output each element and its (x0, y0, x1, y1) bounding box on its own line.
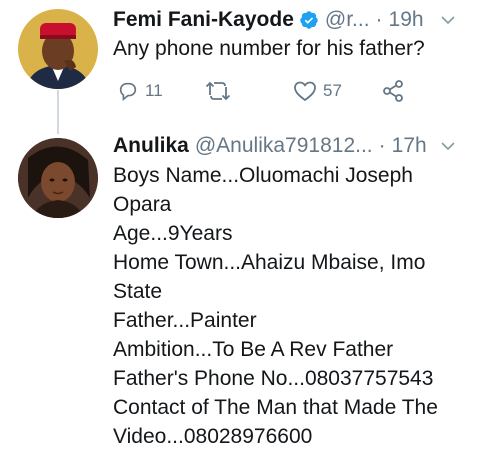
reply-icon (117, 80, 139, 102)
like-button[interactable]: 57 (293, 80, 381, 102)
reply-count: 11 (145, 81, 163, 100)
share-button[interactable] (381, 79, 405, 103)
tweet-text-line: Father's Phone No...08037757543 (113, 367, 434, 390)
avatar[interactable] (18, 9, 98, 89)
tweet-text-line: Father...Painter (113, 309, 257, 332)
tweet[interactable]: Femi Fani-Kayode @r... · 19h Any phone n… (0, 0, 480, 130)
tweet-header: Anulika @Anulika791812... · 17h (113, 132, 470, 160)
verified-badge-icon (299, 10, 319, 30)
like-count: 57 (323, 81, 342, 100)
author-name[interactable]: Anulika (113, 134, 189, 158)
avatar[interactable] (18, 138, 98, 218)
tweet-text-line: Boys Name...Oluomachi Joseph (113, 164, 413, 187)
tweet-text-line: Video...08028976600 (113, 425, 313, 448)
tweet-text-line: Ambition...To Be A Rev Father (113, 338, 394, 361)
share-icon (381, 79, 405, 103)
chevron-down-icon[interactable] (440, 10, 456, 26)
retweet-icon (205, 80, 231, 102)
tweet-text-line: Age...9Years (113, 222, 233, 245)
chevron-down-icon[interactable] (440, 136, 456, 152)
author-name[interactable]: Femi Fani-Kayode (113, 8, 294, 32)
retweet-button[interactable] (205, 80, 293, 102)
tweet-text-line: Opara (113, 193, 172, 216)
tweet-text-line: State (113, 280, 163, 303)
tweet-text: Boys Name...Oluomachi Joseph Opara Age..… (113, 161, 466, 451)
tweet-actions: 11 57 (117, 77, 405, 105)
like-icon (293, 80, 317, 102)
tweet-text-line: Home Town...Ahaizu Mbaise, Imo (113, 251, 426, 274)
tweet-header: Femi Fani-Kayode @r... · 19h (113, 6, 470, 34)
timestamp[interactable]: 17h (392, 134, 427, 158)
tweet[interactable]: Anulika @Anulika791812... · 17h Boys Nam… (0, 130, 480, 459)
author-handle[interactable]: @r... (325, 8, 370, 32)
separator-dot: · (378, 134, 386, 157)
separator-dot: · (375, 8, 383, 31)
tweet-text-line: Contact of The Man that Made The (113, 396, 438, 419)
tweet-text: Any phone number for his father? (113, 34, 466, 63)
tweet-text-line: Any phone number for his father? (113, 37, 425, 60)
reply-button[interactable]: 11 (117, 80, 205, 102)
author-handle[interactable]: @Anulika791812... (195, 134, 373, 158)
timestamp[interactable]: 19h (389, 8, 424, 32)
